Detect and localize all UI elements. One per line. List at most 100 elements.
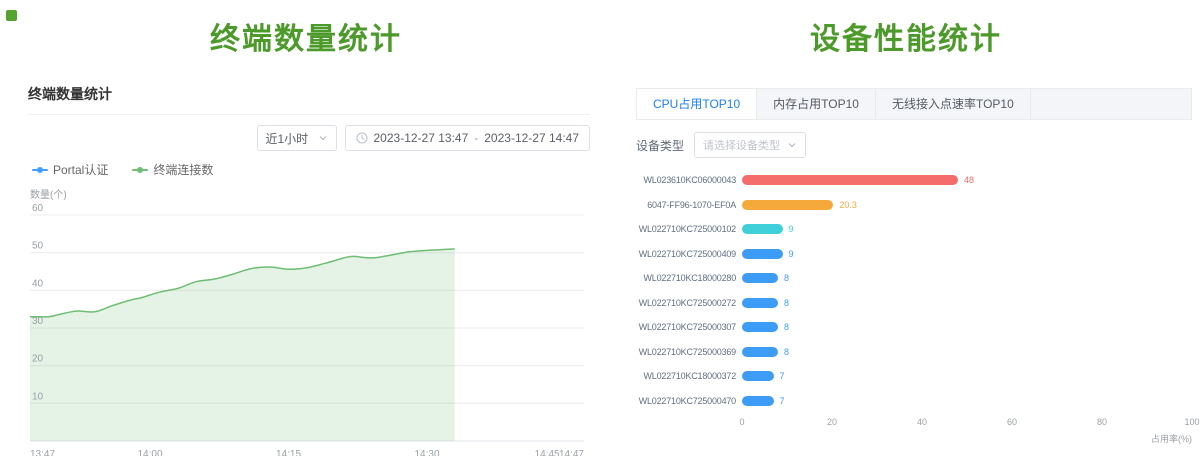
bar-row: WL022710KC725000369 8 xyxy=(636,340,1192,365)
bar-track: 7 xyxy=(742,364,1192,389)
bar-value-label: 8 xyxy=(784,347,789,357)
device-performance-section: 设备性能统计 CPU占用TOP10 内存占用TOP10 无线接入点速率TOP10… xyxy=(612,0,1200,456)
bar xyxy=(742,347,778,357)
line-series-icon xyxy=(32,166,48,174)
bar-value-label: 7 xyxy=(780,371,785,381)
bar xyxy=(742,371,774,381)
bar-category-label: WL022710KC725000272 xyxy=(636,298,736,308)
performance-tabs: CPU占用TOP10 内存占用TOP10 无线接入点速率TOP10 xyxy=(636,88,1192,120)
svg-text:30: 30 xyxy=(32,316,44,327)
bar-track: 48 xyxy=(742,168,1192,193)
svg-text:20: 20 xyxy=(32,354,44,365)
x-axis-title: 占用率(%) xyxy=(742,432,1192,445)
bar xyxy=(742,200,833,210)
tab-cpu-top10[interactable]: CPU占用TOP10 xyxy=(637,89,757,119)
bar-category-label: WL022710KC725000409 xyxy=(636,249,736,259)
x-tick-label: 80 xyxy=(1097,417,1107,427)
legend-item-portal-auth[interactable]: Portal认证 xyxy=(32,161,108,178)
chart-legend: Portal认证 终端连接数 xyxy=(28,161,590,178)
bar-track: 8 xyxy=(742,266,1192,291)
bar-track: 8 xyxy=(742,315,1192,340)
bar xyxy=(742,224,783,234)
date-separator: - xyxy=(474,131,478,145)
y-axis-title: 数量(个) xyxy=(30,186,590,201)
dashboard: 终端数量统计 终端数量统计 近1小时 2023-12-27 13:47 - 20… xyxy=(0,0,1200,456)
bar-row: WL022710KC725000272 8 xyxy=(636,291,1192,316)
bar-value-label: 8 xyxy=(784,322,789,332)
clock-icon xyxy=(356,132,368,144)
bar xyxy=(742,322,778,332)
panel-title: 终端数量统计 xyxy=(28,86,112,102)
device-type-label: 设备类型 xyxy=(636,137,684,154)
bar-axis: 020406080100 占用率(%) xyxy=(636,417,1192,445)
bar-row: 6047-FF96-1070-EF0A 20.3 xyxy=(636,193,1192,218)
svg-text:50: 50 xyxy=(32,241,44,252)
cpu-top10-bar-chart: WL023610KC06000043 48 6047-FF96-1070-EF0A 2… xyxy=(636,168,1192,445)
terminal-count-section: 终端数量统计 终端数量统计 近1小时 2023-12-27 13:47 - 20… xyxy=(0,0,612,456)
bar-category-label: WL023610KC06000043 xyxy=(636,175,736,185)
bar-value-label: 7 xyxy=(780,396,785,406)
time-range-value: 近1小时 xyxy=(266,130,309,147)
svg-text:14:30: 14:30 xyxy=(414,449,439,456)
bar-category-label: WL022710KC18000280 xyxy=(636,273,736,283)
x-tick-label: 60 xyxy=(1007,417,1017,427)
x-tick-label: 0 xyxy=(739,417,744,427)
bar-value-label: 48 xyxy=(964,175,974,185)
terminal-count-line-chart: 60 50 40 30 20 10 13:47 14:00 14:15 14:30 14:4514:… xyxy=(28,203,588,456)
bar-value-label: 9 xyxy=(789,224,794,234)
bar-track: 8 xyxy=(742,340,1192,365)
bar-value-label: 9 xyxy=(789,249,794,259)
svg-text:60: 60 xyxy=(32,203,44,214)
chart-controls: 近1小时 2023-12-27 13:47 - 2023-12-27 14:47 xyxy=(28,125,590,151)
bar-track: 8 xyxy=(742,291,1192,316)
chevron-down-icon xyxy=(318,133,328,143)
bar-row: WL022710KC7250001029 xyxy=(636,217,1192,242)
svg-text:10: 10 xyxy=(32,391,44,402)
svg-text:40: 40 xyxy=(32,278,44,289)
bar xyxy=(742,396,774,406)
bar-category-label: WL022710KC725000470 xyxy=(636,396,736,406)
bar xyxy=(742,273,778,283)
bar-row: WL022710KC18000280 8 xyxy=(636,266,1192,291)
bar-row: WL022710KC725000470 7 xyxy=(636,389,1192,414)
svg-text:14:00: 14:00 xyxy=(137,449,162,456)
tab-memory-top10[interactable]: 内存占用TOP10 xyxy=(757,89,876,119)
device-type-placeholder: 请选择设备类型 xyxy=(703,137,780,153)
date-range-picker[interactable]: 2023-12-27 13:47 - 2023-12-27 14:47 xyxy=(345,125,591,151)
bar-track: 7 xyxy=(742,389,1192,414)
bar-category-label: WL022710KC18000372 xyxy=(636,371,736,381)
device-type-select[interactable]: 请选择设备类型 xyxy=(694,132,806,158)
terminal-count-panel: 终端数量统计 近1小时 2023-12-27 13:47 - 2023-12-2… xyxy=(28,84,590,456)
date-start: 2023-12-27 13:47 xyxy=(374,131,469,145)
svg-text:14:45: 14:45 xyxy=(535,449,560,456)
svg-text:14:15: 14:15 xyxy=(276,449,301,456)
bar-value-label: 8 xyxy=(784,273,789,283)
bar-row: WL022710KC18000372 7 xyxy=(636,364,1192,389)
bar-category-label: WL022710KC725000369 xyxy=(636,347,736,357)
bar-value-label: 8 xyxy=(784,298,789,308)
chevron-down-icon xyxy=(787,140,797,150)
section-title-device-performance: 设备性能统计 xyxy=(612,14,1200,58)
bar-track: 9 xyxy=(742,242,1192,267)
bar-track: 9 xyxy=(742,217,1192,242)
time-range-select[interactable]: 近1小时 xyxy=(257,125,337,151)
panel-header: 终端数量统计 xyxy=(28,84,590,115)
bar xyxy=(742,175,958,185)
bar-row: WL022710KC725000307 8 xyxy=(636,315,1192,340)
bar-row: WL022710KC725000409 9 xyxy=(636,242,1192,267)
x-tick-label: 100 xyxy=(1184,417,1199,427)
bar-row: WL023610KC06000043 48 xyxy=(636,168,1192,193)
bar-value-label: 20.3 xyxy=(839,200,857,210)
legend-label: Portal认证 xyxy=(53,161,108,178)
svg-text:14:47: 14:47 xyxy=(559,449,584,456)
svg-text:13:47: 13:47 xyxy=(30,449,55,456)
bar xyxy=(742,249,783,259)
bar-category-label: 6047-FF96-1070-EF0A xyxy=(636,200,736,210)
bar xyxy=(742,298,778,308)
tab-ap-rate-top10[interactable]: 无线接入点速率TOP10 xyxy=(876,89,1031,119)
legend-label: 终端连接数 xyxy=(153,161,213,178)
legend-item-terminal-connections[interactable]: 终端连接数 xyxy=(132,161,213,178)
bar-category-label: WL022710KC725000307 xyxy=(636,322,736,332)
section-title-terminal-count: 终端数量统计 xyxy=(0,14,612,58)
line-series-icon xyxy=(132,166,148,174)
